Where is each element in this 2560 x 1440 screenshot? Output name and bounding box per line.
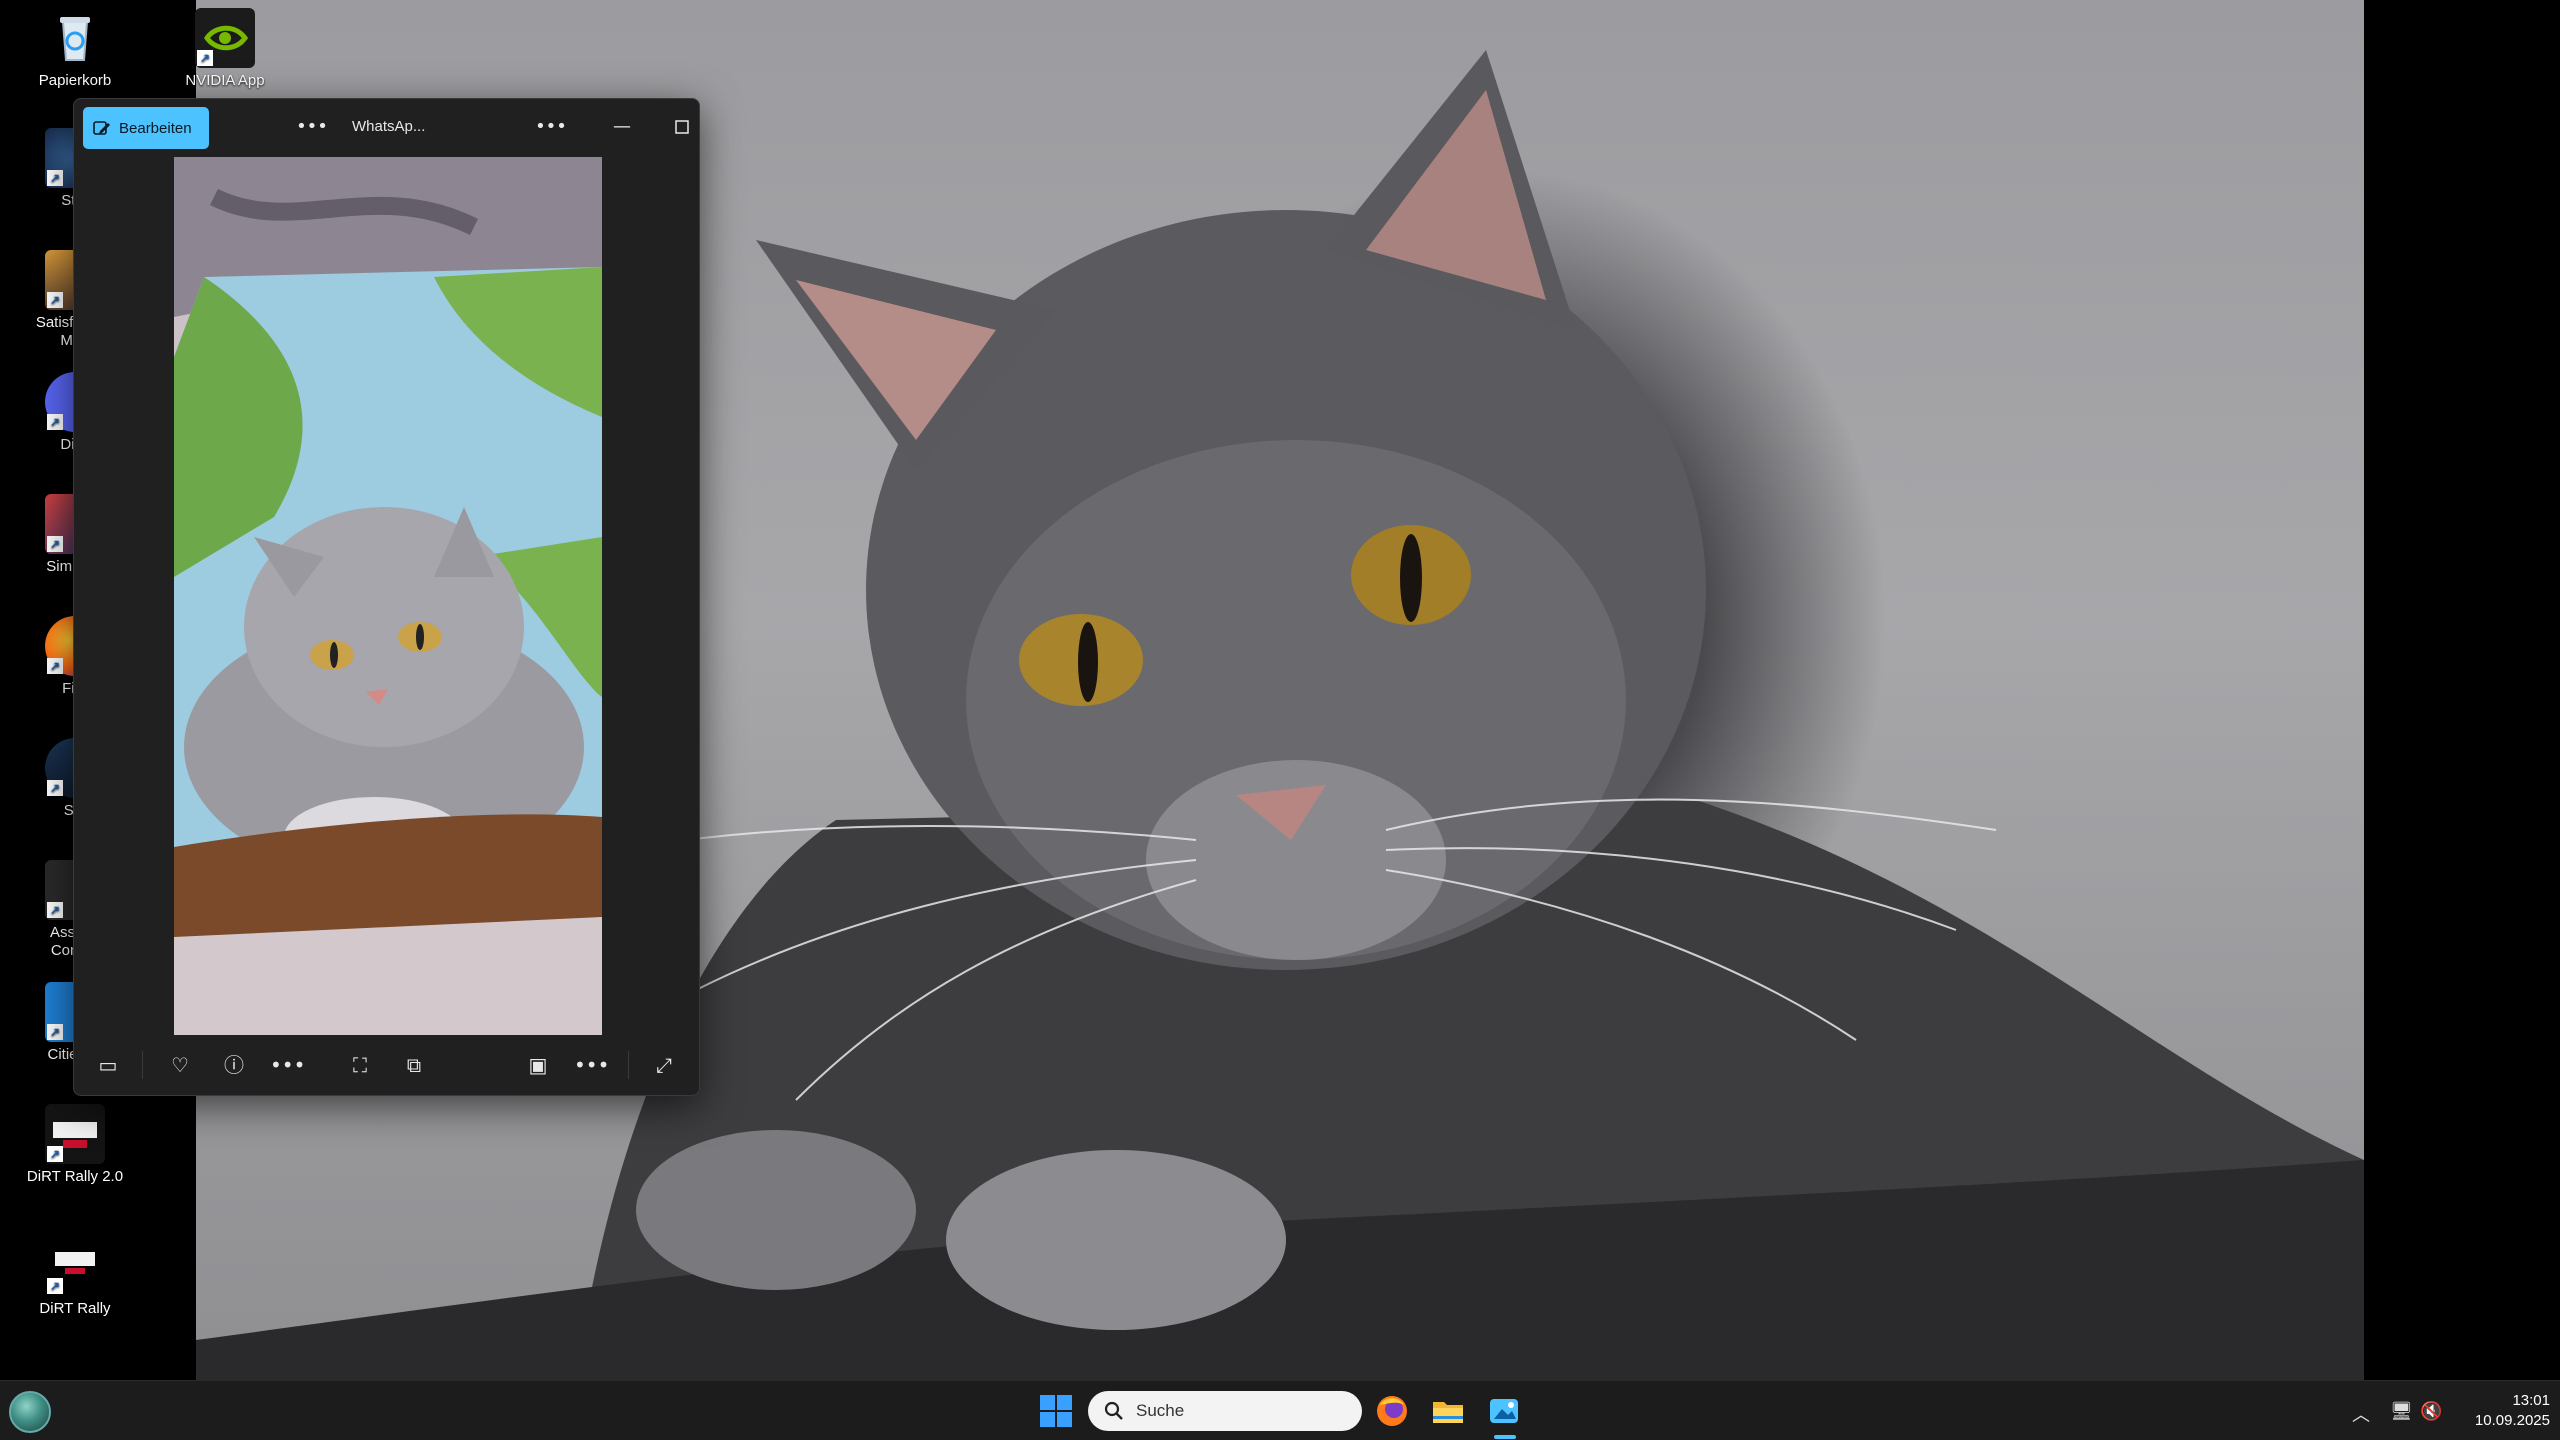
photos-window[interactable]: Bearbeiten ••• WhatsAp... ••• — ✕: [73, 98, 700, 1096]
windows-start-icon[interactable]: [1040, 1395, 1072, 1427]
minimize-icon[interactable]: —: [602, 111, 642, 143]
taskbar-photos-icon[interactable]: [1484, 1391, 1524, 1431]
dirt-rally-icon: ↗: [45, 1236, 105, 1296]
nvidia-icon: ↗: [195, 8, 255, 68]
filmstrip-icon[interactable]: ▭: [92, 1049, 124, 1081]
tray-overflow-chevron-icon[interactable]: ︿: [2352, 1401, 2370, 1427]
dirt-rally-2-icon: ↗: [45, 1104, 105, 1164]
shortcut-arrow-icon: ↗: [47, 1146, 63, 1162]
edit-button[interactable]: Bearbeiten: [83, 107, 209, 149]
crop-focus-icon[interactable]: ⛶: [344, 1049, 376, 1081]
shortcut-arrow-icon: ↗: [47, 170, 63, 186]
desktop-icon-label: DiRT Rally: [39, 1300, 111, 1317]
more-options-icon[interactable]: •••: [292, 111, 332, 143]
more-view-options-icon[interactable]: •••: [574, 1049, 609, 1081]
search-icon: [1104, 1401, 1123, 1420]
title-more-options-icon[interactable]: •••: [531, 111, 571, 143]
shortcut-arrow-icon: ↗: [47, 658, 63, 674]
start-orb-icon[interactable]: [9, 1391, 51, 1433]
maximize-icon[interactable]: [662, 111, 699, 143]
photo-viewer-image[interactable]: [174, 157, 602, 1035]
shortcut-arrow-icon: ↗: [47, 1278, 63, 1294]
favorite-heart-icon[interactable]: ♡: [164, 1049, 196, 1081]
taskbar-file-explorer-icon[interactable]: [1428, 1391, 1468, 1431]
fullscreen-icon[interactable]: ⤢: [648, 1049, 680, 1081]
active-app-indicator: [1494, 1435, 1516, 1439]
desktop-icon-label: Papierkorb: [38, 72, 112, 89]
toolbar-divider: [142, 1051, 143, 1079]
clock-time: 13:01: [2512, 1392, 2550, 1409]
taskbar: Suche ︿ 🖥 🔇 13:01 10.09.2025: [0, 1380, 2560, 1440]
slideshow-icon[interactable]: ▣: [522, 1049, 554, 1081]
search-placeholder: Suche: [1136, 1401, 1185, 1420]
shortcut-arrow-icon: ↗: [47, 902, 63, 918]
recycle-bin-icon: [45, 8, 105, 68]
shortcut-arrow-icon: ↗: [47, 414, 63, 430]
shortcut-arrow-icon: ↗: [197, 50, 213, 66]
info-icon[interactable]: ⓘ: [218, 1049, 250, 1081]
window-titlebar[interactable]: Bearbeiten ••• WhatsAp... ••• — ✕: [74, 99, 699, 155]
network-icon[interactable]: 🖥: [2390, 1401, 2413, 1422]
shortcut-arrow-icon: ↗: [47, 292, 63, 308]
toolbar-divider: [628, 1051, 629, 1079]
desktop-icon-recycle-bin[interactable]: Papierkorb: [20, 8, 130, 90]
viewer-bottom-toolbar: ▭ ♡ ⓘ ••• ⛶ ⧉ ▣ ••• ⤢: [74, 1035, 699, 1095]
more-actions-icon[interactable]: •••: [270, 1049, 305, 1081]
desktop-icon-dirt-rally-2[interactable]: ↗ DiRT Rally 2.0: [20, 1104, 130, 1186]
taskbar-search-box[interactable]: Suche: [1088, 1391, 1362, 1431]
shortcut-arrow-icon: ↗: [47, 780, 63, 796]
desktop-icon-label: DiRT Rally 2.0: [26, 1168, 124, 1185]
desktop-icon-nvidia-app[interactable]: ↗ NVIDIA App: [170, 8, 280, 90]
clock-date: 10.09.2025: [2474, 1412, 2550, 1429]
system-clock[interactable]: 13:01 10.09.2025: [2440, 1391, 2550, 1431]
scan-text-icon[interactable]: ⧉: [398, 1049, 430, 1081]
edit-button-label: Bearbeiten: [119, 119, 192, 137]
edit-image-icon: [93, 121, 110, 135]
painted-cat-photo: [174, 157, 602, 1035]
shortcut-arrow-icon: ↗: [47, 536, 63, 552]
window-title: WhatsAp...: [352, 118, 426, 135]
shortcut-arrow-icon: ↗: [47, 1024, 63, 1040]
desktop-icon-label: NVIDIA App: [185, 72, 265, 89]
taskbar-firefox-icon[interactable]: [1372, 1391, 1412, 1431]
desktop-icon-dirt-rally[interactable]: ↗ DiRT Rally: [20, 1236, 130, 1318]
